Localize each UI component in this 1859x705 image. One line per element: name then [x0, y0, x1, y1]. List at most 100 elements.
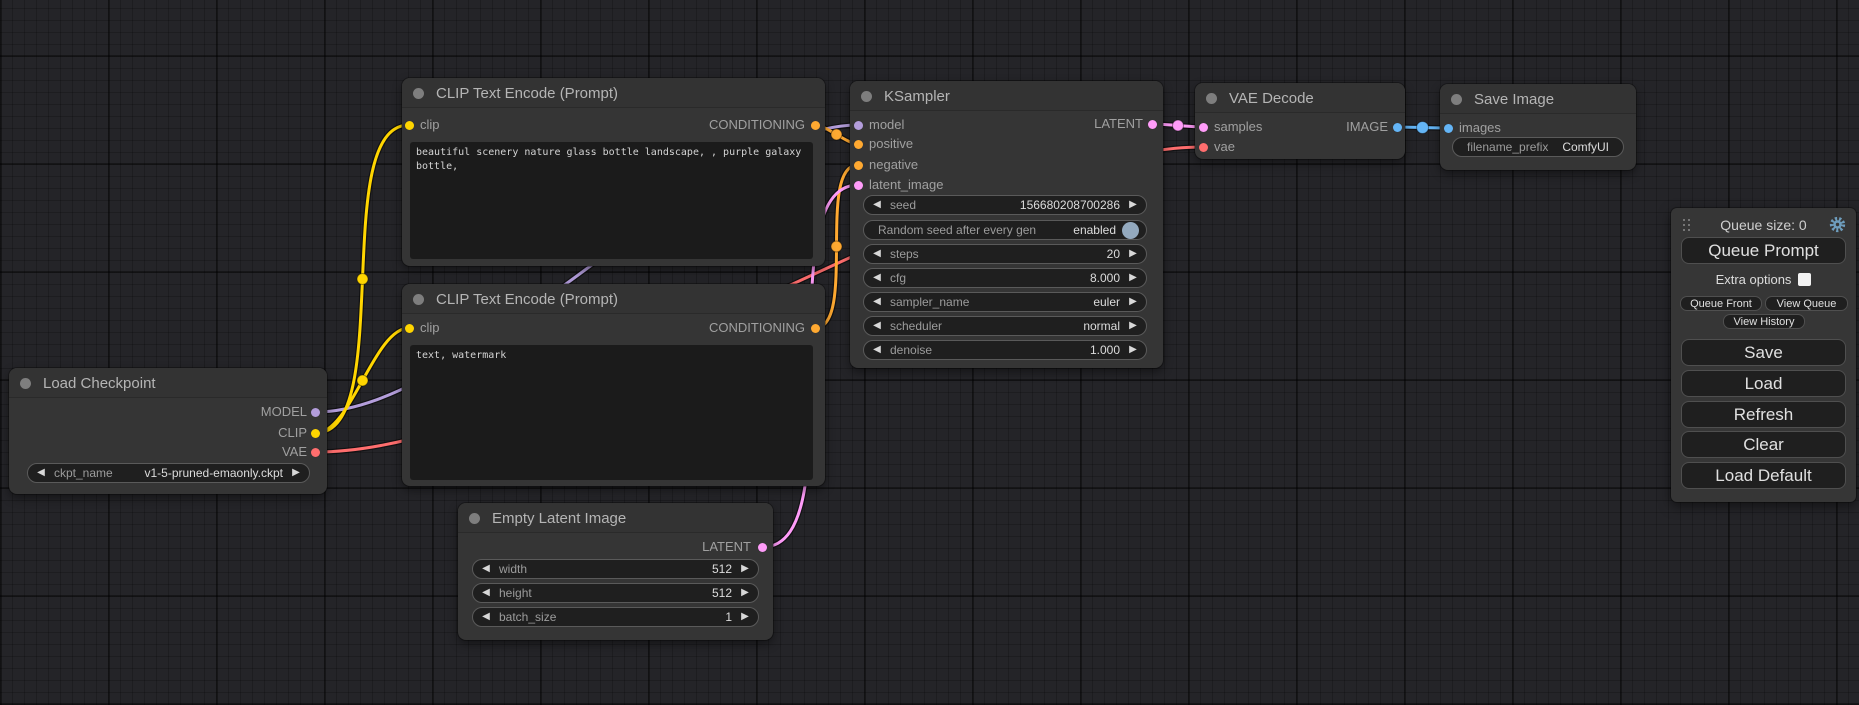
- decrement-arrow-icon[interactable]: [28, 464, 54, 482]
- output-slot-clip[interactable]: [311, 429, 320, 438]
- node-title: CLIP Text Encode (Prompt): [436, 85, 618, 102]
- filename-prefix-widget[interactable]: filename_prefix ComfyUI: [1452, 137, 1624, 157]
- steps-widget[interactable]: steps 20: [863, 244, 1147, 264]
- node-title: KSampler: [884, 88, 950, 105]
- node-clip-text-encode-positive[interactable]: CLIP Text Encode (Prompt) clip CONDITION…: [402, 78, 825, 266]
- denoise-widget[interactable]: denoise 1.000: [863, 340, 1147, 360]
- cfg-widget[interactable]: cfg 8.000: [863, 268, 1147, 288]
- input-label-model: model: [869, 117, 904, 133]
- node-titlebar[interactable]: CLIP Text Encode (Prompt): [402, 284, 825, 314]
- input-slot-clip[interactable]: [405, 324, 414, 333]
- node-empty-latent-image[interactable]: Empty Latent Image LATENT width 512 heig…: [458, 503, 773, 640]
- input-slot-model[interactable]: [854, 121, 863, 130]
- decrement-arrow-icon[interactable]: [864, 245, 890, 263]
- increment-arrow-icon[interactable]: [732, 560, 758, 578]
- queue-prompt-button[interactable]: Queue Prompt: [1681, 237, 1846, 264]
- decrement-arrow-icon[interactable]: [864, 196, 890, 214]
- load-default-button[interactable]: Load Default: [1681, 462, 1846, 489]
- increment-arrow-icon[interactable]: [1120, 317, 1146, 335]
- node-graph-canvas[interactable]: Load Checkpoint MODEL CLIP VAE ckpt_name…: [0, 0, 1859, 705]
- collapse-dot-icon[interactable]: [1206, 93, 1217, 104]
- node-vae-decode[interactable]: VAE Decode samples vae IMAGE: [1195, 83, 1405, 159]
- decrement-arrow-icon[interactable]: [864, 269, 890, 287]
- collapse-dot-icon[interactable]: [20, 378, 31, 389]
- collapse-dot-icon[interactable]: [861, 91, 872, 102]
- increment-arrow-icon[interactable]: [1120, 293, 1146, 311]
- input-slot-clip[interactable]: [405, 121, 414, 130]
- increment-arrow-icon[interactable]: [732, 584, 758, 602]
- node-titlebar[interactable]: Empty Latent Image: [458, 503, 773, 533]
- node-clip-text-encode-negative[interactable]: CLIP Text Encode (Prompt) clip CONDITION…: [402, 284, 825, 486]
- input-slot-negative[interactable]: [854, 161, 863, 170]
- height-widget[interactable]: height 512: [472, 583, 759, 603]
- input-slot-positive[interactable]: [854, 140, 863, 149]
- node-titlebar[interactable]: Load Checkpoint: [9, 368, 327, 398]
- output-slot-image[interactable]: [1393, 123, 1402, 132]
- link-midpoint-dot: [357, 274, 368, 285]
- output-slot-latent[interactable]: [758, 543, 767, 552]
- decrement-arrow-icon[interactable]: [473, 560, 499, 578]
- toggle-circle-icon[interactable]: [1122, 222, 1139, 239]
- queue-panel[interactable]: Queue size: 0 Queue Prompt Extra options…: [1671, 208, 1856, 502]
- prompt-textarea[interactable]: text, watermark: [410, 345, 813, 480]
- load-button[interactable]: Load: [1681, 370, 1846, 397]
- node-titlebar[interactable]: VAE Decode: [1195, 83, 1405, 113]
- node-ksampler[interactable]: KSampler model positive negative latent_…: [850, 81, 1163, 368]
- save-button[interactable]: Save: [1681, 339, 1846, 366]
- ckpt-name-widget[interactable]: ckpt_name v1-5-pruned-emaonly.ckpt: [27, 463, 310, 483]
- decrement-arrow-icon[interactable]: [864, 293, 890, 311]
- increment-arrow-icon[interactable]: [1120, 269, 1146, 287]
- batch-size-widget[interactable]: batch_size 1: [472, 607, 759, 627]
- decrement-arrow-icon[interactable]: [473, 584, 499, 602]
- input-slot-latent-image[interactable]: [854, 181, 863, 190]
- width-widget[interactable]: width 512: [472, 559, 759, 579]
- refresh-button[interactable]: Refresh: [1681, 401, 1846, 428]
- seed-widget[interactable]: seed 156680208700286: [863, 195, 1147, 215]
- increment-arrow-icon[interactable]: [1120, 245, 1146, 263]
- input-slot-images[interactable]: [1444, 124, 1453, 133]
- decrement-arrow-icon[interactable]: [864, 317, 890, 335]
- clear-button[interactable]: Clear: [1681, 431, 1846, 458]
- output-slot-model[interactable]: [311, 408, 320, 417]
- random-seed-widget[interactable]: Random seed after every gen enabled: [863, 220, 1147, 240]
- output-slot-latent[interactable]: [1148, 120, 1157, 129]
- increment-arrow-icon[interactable]: [1120, 196, 1146, 214]
- scheduler-widget[interactable]: scheduler normal: [863, 316, 1147, 336]
- node-save-image[interactable]: Save Image images filename_prefix ComfyU…: [1440, 84, 1636, 170]
- increment-arrow-icon[interactable]: [1120, 341, 1146, 359]
- collapse-dot-icon[interactable]: [413, 294, 424, 305]
- queue-front-button[interactable]: Queue Front: [1680, 296, 1762, 311]
- node-load-checkpoint[interactable]: Load Checkpoint MODEL CLIP VAE ckpt_name…: [9, 368, 327, 494]
- view-queue-button[interactable]: View Queue: [1765, 296, 1848, 311]
- node-titlebar[interactable]: KSampler: [850, 81, 1163, 111]
- node-titlebar[interactable]: Save Image: [1440, 84, 1636, 114]
- output-label-image: IMAGE: [1346, 119, 1388, 135]
- view-history-button[interactable]: View History: [1723, 314, 1805, 329]
- widget-value: ComfyUI: [1562, 140, 1609, 154]
- sampler-name-widget[interactable]: sampler_name euler: [863, 292, 1147, 312]
- increment-arrow-icon[interactable]: [283, 464, 309, 482]
- collapse-dot-icon[interactable]: [469, 513, 480, 524]
- node-title: Load Checkpoint: [43, 375, 156, 392]
- increment-arrow-icon[interactable]: [732, 608, 758, 626]
- collapse-dot-icon[interactable]: [413, 88, 424, 99]
- input-slot-samples[interactable]: [1199, 123, 1208, 132]
- prompt-textarea[interactable]: beautiful scenery nature glass bottle la…: [410, 142, 813, 259]
- node-titlebar[interactable]: CLIP Text Encode (Prompt): [402, 78, 825, 108]
- decrement-arrow-icon[interactable]: [473, 608, 499, 626]
- output-label-conditioning: CONDITIONING: [709, 320, 805, 336]
- collapse-dot-icon[interactable]: [1451, 94, 1462, 105]
- extra-options-checkbox[interactable]: [1798, 273, 1811, 286]
- decrement-arrow-icon[interactable]: [864, 341, 890, 359]
- output-slot-conditioning[interactable]: [811, 121, 820, 130]
- input-label-negative: negative: [869, 157, 918, 173]
- input-slot-vae[interactable]: [1199, 143, 1208, 152]
- widget-label: scheduler: [890, 319, 942, 333]
- link-midpoint-dot: [1417, 122, 1429, 134]
- output-slot-vae[interactable]: [311, 448, 320, 457]
- gear-icon[interactable]: [1829, 216, 1846, 238]
- output-slot-conditioning[interactable]: [811, 324, 820, 333]
- output-label-clip: CLIP: [278, 425, 307, 441]
- widget-label: width: [499, 562, 527, 576]
- input-label-latent-image: latent_image: [869, 177, 943, 193]
